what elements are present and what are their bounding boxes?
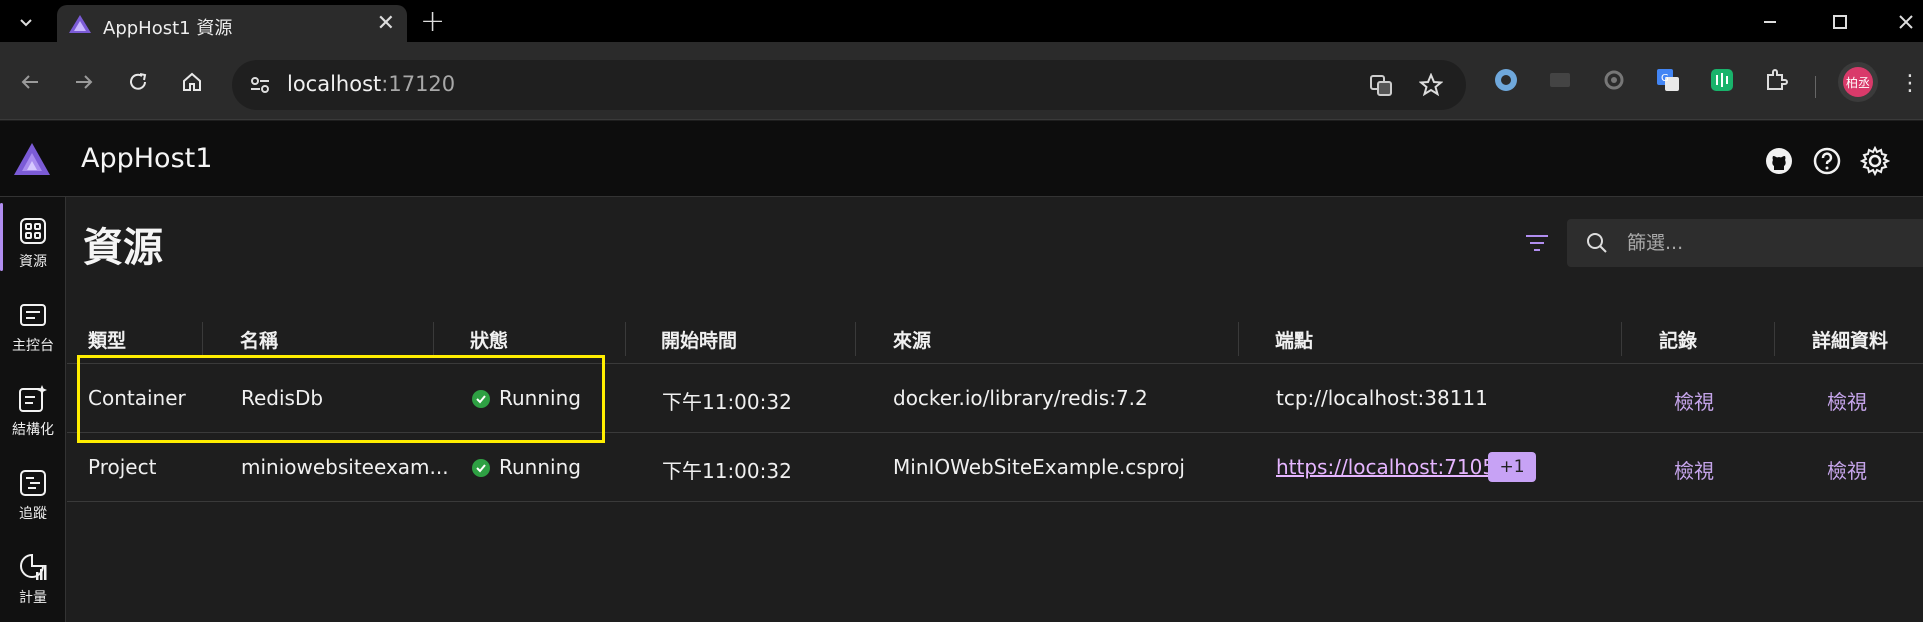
browser-tab-bar: AppHost1 資源 ✕ + [0, 0, 1923, 42]
column-divider[interactable] [1238, 322, 1239, 356]
endpoint-link[interactable]: https://localhost:7105 [1276, 455, 1495, 479]
nav-item-metrics[interactable]: 計量 [0, 533, 66, 613]
nav-item-console[interactable]: 主控台 [0, 281, 66, 361]
cell-state: Running [499, 386, 581, 410]
search-box [1567, 219, 1923, 267]
toolbar-divider [1815, 76, 1816, 98]
nav-label: 計量 [19, 590, 47, 606]
tab-search-chevron-icon[interactable] [10, 8, 42, 36]
cell-source: MinIOWebSiteExample.csproj [893, 455, 1185, 479]
chart-bars-icon[interactable] [1706, 64, 1738, 96]
cell-start-time: 下午11:00:32 [662, 459, 792, 483]
column-header-name[interactable]: 名稱 [240, 326, 278, 353]
column-header-start-time[interactable]: 開始時間 [661, 326, 737, 353]
forward-arrow-icon[interactable] [68, 66, 100, 98]
bookmark-star-icon[interactable] [1418, 72, 1444, 98]
help-icon[interactable] [1811, 145, 1843, 177]
page-title: 資源 [83, 225, 163, 271]
column-header-state[interactable]: 狀態 [470, 326, 508, 353]
column-header-endpoints[interactable]: 端點 [1275, 326, 1313, 353]
bitwarden-icon[interactable] [1490, 64, 1522, 96]
home-icon[interactable] [176, 66, 208, 98]
settings-gear-icon[interactable] [1859, 145, 1891, 177]
app-title[interactable]: AppHost1 [81, 143, 212, 174]
url-text[interactable]: localhost:17120 [287, 72, 455, 96]
table-header: 類型 名稱 狀態 開始時間 來源 端點 記錄 詳細資料 [67, 312, 1923, 364]
structured-logs-icon [17, 383, 49, 415]
column-header-source[interactable]: 來源 [893, 326, 931, 353]
search-input[interactable] [1627, 231, 1917, 255]
new-tab-icon[interactable]: + [420, 4, 445, 39]
view-details-link[interactable]: 檢視 [1827, 386, 1867, 415]
tab-close-icon[interactable]: ✕ [377, 11, 395, 36]
column-header-details[interactable]: 詳細資料 [1812, 326, 1888, 353]
cell-name: miniowebsiteexam... [241, 455, 449, 479]
more-endpoints-badge[interactable]: +1 [1488, 452, 1536, 482]
cell-start-time: 下午11:00:32 [662, 390, 792, 414]
profile-avatar[interactable]: 柏丞 [1838, 62, 1878, 102]
running-check-icon [472, 459, 490, 477]
column-header-logs[interactable]: 記錄 [1659, 326, 1697, 353]
column-divider[interactable] [1621, 322, 1622, 356]
cell-name: RedisDb [241, 386, 324, 410]
running-check-icon [472, 390, 490, 408]
main-content: 資源 類型 名稱 狀態 開始時間 來源 端點 記錄 詳細資料 Container [67, 197, 1923, 622]
aspire-logo-icon[interactable] [12, 141, 52, 177]
view-details-link[interactable]: 檢視 [1827, 455, 1867, 484]
nav-label: 結構化 [12, 422, 54, 438]
column-divider[interactable] [625, 322, 626, 356]
film-icon[interactable] [1544, 64, 1576, 96]
column-header-type[interactable]: 類型 [88, 326, 126, 353]
svg-text:G: G [1661, 73, 1669, 84]
aspire-favicon-icon [69, 15, 91, 33]
side-navigation: 資源 主控台 結構化 追蹤 計量 [0, 197, 66, 622]
column-divider[interactable] [433, 322, 434, 356]
address-bar[interactable]: localhost:17120 [232, 60, 1466, 110]
cell-type: Container [88, 386, 186, 410]
cell-type: Project [88, 455, 157, 479]
browser-toolbar: localhost:17120 G 柏丞 ⋮ [0, 42, 1923, 120]
filter-icon[interactable] [1521, 227, 1553, 259]
nav-label: 追蹤 [19, 506, 47, 522]
traces-icon [17, 467, 49, 499]
puzzle-icon[interactable] [1760, 64, 1792, 96]
cell-source: docker.io/library/redis:7.2 [893, 386, 1148, 410]
sync-icon[interactable] [1598, 64, 1630, 96]
minimize-icon[interactable] [1750, 6, 1790, 38]
nav-label: 資源 [19, 254, 47, 270]
column-divider[interactable] [1774, 322, 1775, 356]
tab-title: AppHost1 資源 [103, 18, 233, 39]
nav-label: 主控台 [12, 338, 54, 354]
column-divider[interactable] [855, 322, 856, 356]
nav-item-resources[interactable]: 資源 [0, 197, 66, 277]
maximize-icon[interactable] [1820, 6, 1860, 38]
cell-endpoint: https://localhost:7105, [1276, 455, 1501, 479]
metrics-icon [17, 551, 49, 583]
site-settings-icon[interactable] [248, 73, 272, 97]
console-icon [17, 299, 49, 331]
resources-table: 類型 名稱 狀態 開始時間 來源 端點 記錄 詳細資料 Container Re… [67, 312, 1923, 502]
nav-item-traces[interactable]: 追蹤 [0, 449, 66, 529]
translate-icon[interactable]: G [1652, 64, 1684, 96]
search-icon [1587, 233, 1607, 253]
column-divider[interactable] [202, 322, 203, 356]
window-close-icon[interactable] [1886, 6, 1923, 38]
cell-state: Running [499, 455, 581, 479]
app-header: AppHost1 [0, 121, 1923, 197]
browser-tab[interactable]: AppHost1 資源 ✕ [57, 5, 407, 42]
cell-endpoint: tcp://localhost:38111 [1276, 386, 1488, 410]
view-logs-link[interactable]: 檢視 [1674, 386, 1714, 415]
table-row[interactable]: Container RedisDb Running 下午11:00:32 doc… [67, 364, 1923, 433]
browser-menu-icon[interactable]: ⋮ [1899, 68, 1921, 98]
resources-icon [17, 215, 49, 247]
translate-page-icon[interactable] [1368, 72, 1394, 98]
github-icon[interactable] [1763, 145, 1795, 177]
back-arrow-icon[interactable] [14, 66, 46, 98]
table-row[interactable]: Project miniowebsiteexam... Running 下午11… [67, 433, 1923, 502]
nav-item-structured-logs[interactable]: 結構化 [0, 365, 66, 445]
view-logs-link[interactable]: 檢視 [1674, 455, 1714, 484]
reload-icon[interactable] [122, 66, 154, 98]
